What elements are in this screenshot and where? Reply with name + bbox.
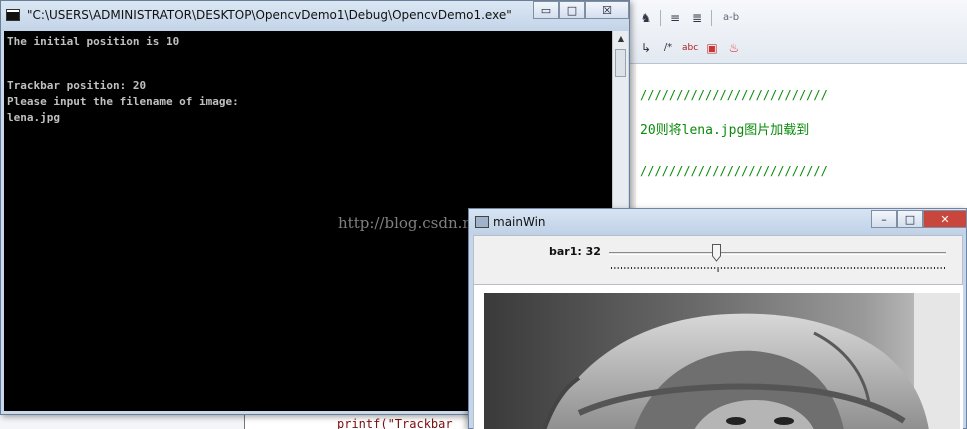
comment-icon[interactable]: /* xyxy=(660,40,676,56)
maximize-button[interactable]: □ xyxy=(897,210,923,228)
ide-toolbar: ♞ ≡ ≣ a-b ↳ /* abc ▣ ♨ xyxy=(630,0,967,64)
console-title-bar[interactable]: "C:\USERS\ADMINISTRATOR\DESKTOP\OpencvDe… xyxy=(1,1,629,31)
mainwin-window[interactable]: mainWin – □ ✕ bar1: 32 xyxy=(468,208,967,429)
console-app-icon xyxy=(6,9,20,21)
trackbar-label: bar1: 32 xyxy=(549,245,601,258)
lena-image xyxy=(484,293,960,429)
mainwin-window-controls: – □ ✕ xyxy=(871,210,967,228)
mainwin-app-icon xyxy=(475,216,489,228)
console-line: The initial position is 10 xyxy=(7,35,180,48)
trackbar-thumb[interactable] xyxy=(712,244,722,262)
maximize-button[interactable]: □ xyxy=(559,1,585,19)
mainwin-title-bar[interactable]: mainWin – □ ✕ xyxy=(469,209,967,235)
trackbar-panel: bar1: 32 xyxy=(473,235,963,285)
console-line: Trackbar position: 20 xyxy=(7,79,147,92)
code-line: ////////////////////////// xyxy=(640,164,828,178)
minimize-button[interactable]: ▭ xyxy=(533,1,559,19)
console-title: "C:\USERS\ADMINISTRATOR\DESKTOP\OpencvDe… xyxy=(27,8,512,22)
snippet-icon[interactable]: ▣ xyxy=(704,40,720,56)
console-window-controls: ▭ □ ☒ xyxy=(533,1,629,19)
chili-icon[interactable]: ♨ xyxy=(726,40,742,56)
step-icon[interactable]: ↳ xyxy=(638,40,654,56)
toolbar-separator xyxy=(660,10,661,26)
toolbar-separator xyxy=(711,10,712,26)
minimize-button[interactable]: – xyxy=(871,210,897,228)
close-button[interactable]: ☒ xyxy=(585,1,629,19)
console-line: lena.jpg xyxy=(7,111,60,124)
code-line: 20则将lena.jpg图片加载到 xyxy=(640,123,810,138)
console-line: Please input the filename of image: xyxy=(7,95,239,108)
code-line: ////////////////////////// xyxy=(640,88,828,102)
indent-increase-icon[interactable]: ≣ xyxy=(689,10,705,26)
trackbar-ticks xyxy=(611,267,945,272)
bookmark-icon[interactable]: ♞ xyxy=(638,10,654,26)
close-button[interactable]: ✕ xyxy=(923,210,967,228)
spellcheck-icon[interactable]: abc xyxy=(682,40,698,56)
scroll-up-icon[interactable]: ▲ xyxy=(613,31,629,47)
ide-toolbar-row-2: ↳ /* abc ▣ ♨ xyxy=(630,34,742,62)
trackbar-track[interactable] xyxy=(609,252,946,255)
indent-decrease-icon[interactable]: ≡ xyxy=(667,10,683,26)
code-line: printf("Trackbar xyxy=(337,417,453,429)
mainwin-title: mainWin xyxy=(493,215,546,229)
text-ab-icon[interactable]: a-b xyxy=(718,10,744,26)
ide-toolbar-row-1: ♞ ≡ ≣ a-b xyxy=(630,4,744,32)
image-canvas[interactable] xyxy=(473,285,963,429)
scroll-thumb[interactable] xyxy=(615,49,626,77)
